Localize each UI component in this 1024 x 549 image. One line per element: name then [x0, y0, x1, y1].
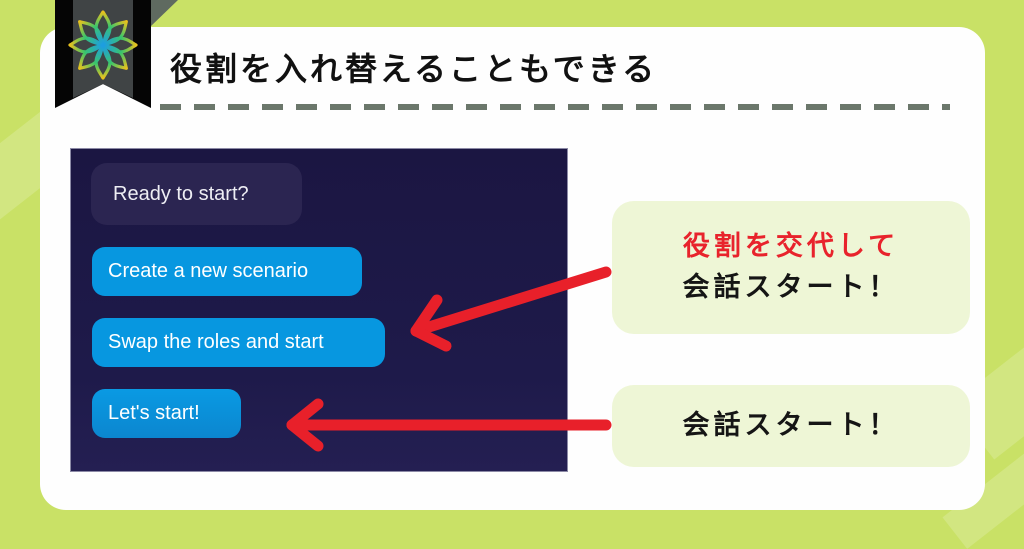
ribbon-fold [150, 0, 178, 27]
lets-start-button[interactable]: Let's start! [92, 389, 241, 438]
callout-swap-roles: 役割を交代して 会話スタート！ [612, 201, 970, 334]
page-title: 役割を入れ替えることもできる [170, 50, 658, 88]
callout-start: 会話スタート！ [612, 385, 970, 467]
callout-text: 会話スタート！ [682, 409, 900, 441]
app-screenshot-panel: Ready to start? Create a new scenario Sw… [70, 148, 568, 472]
swap-roles-and-start-button[interactable]: Swap the roles and start [92, 318, 385, 367]
dashed-divider [160, 104, 950, 110]
callout-text: 会話スタート！ [682, 271, 900, 303]
callout-highlight-text: 役割を交代して [682, 231, 900, 262]
bookmark-ribbon [55, 0, 151, 108]
prompt-bubble: Ready to start? [91, 163, 302, 225]
create-new-scenario-button[interactable]: Create a new scenario [92, 247, 362, 296]
